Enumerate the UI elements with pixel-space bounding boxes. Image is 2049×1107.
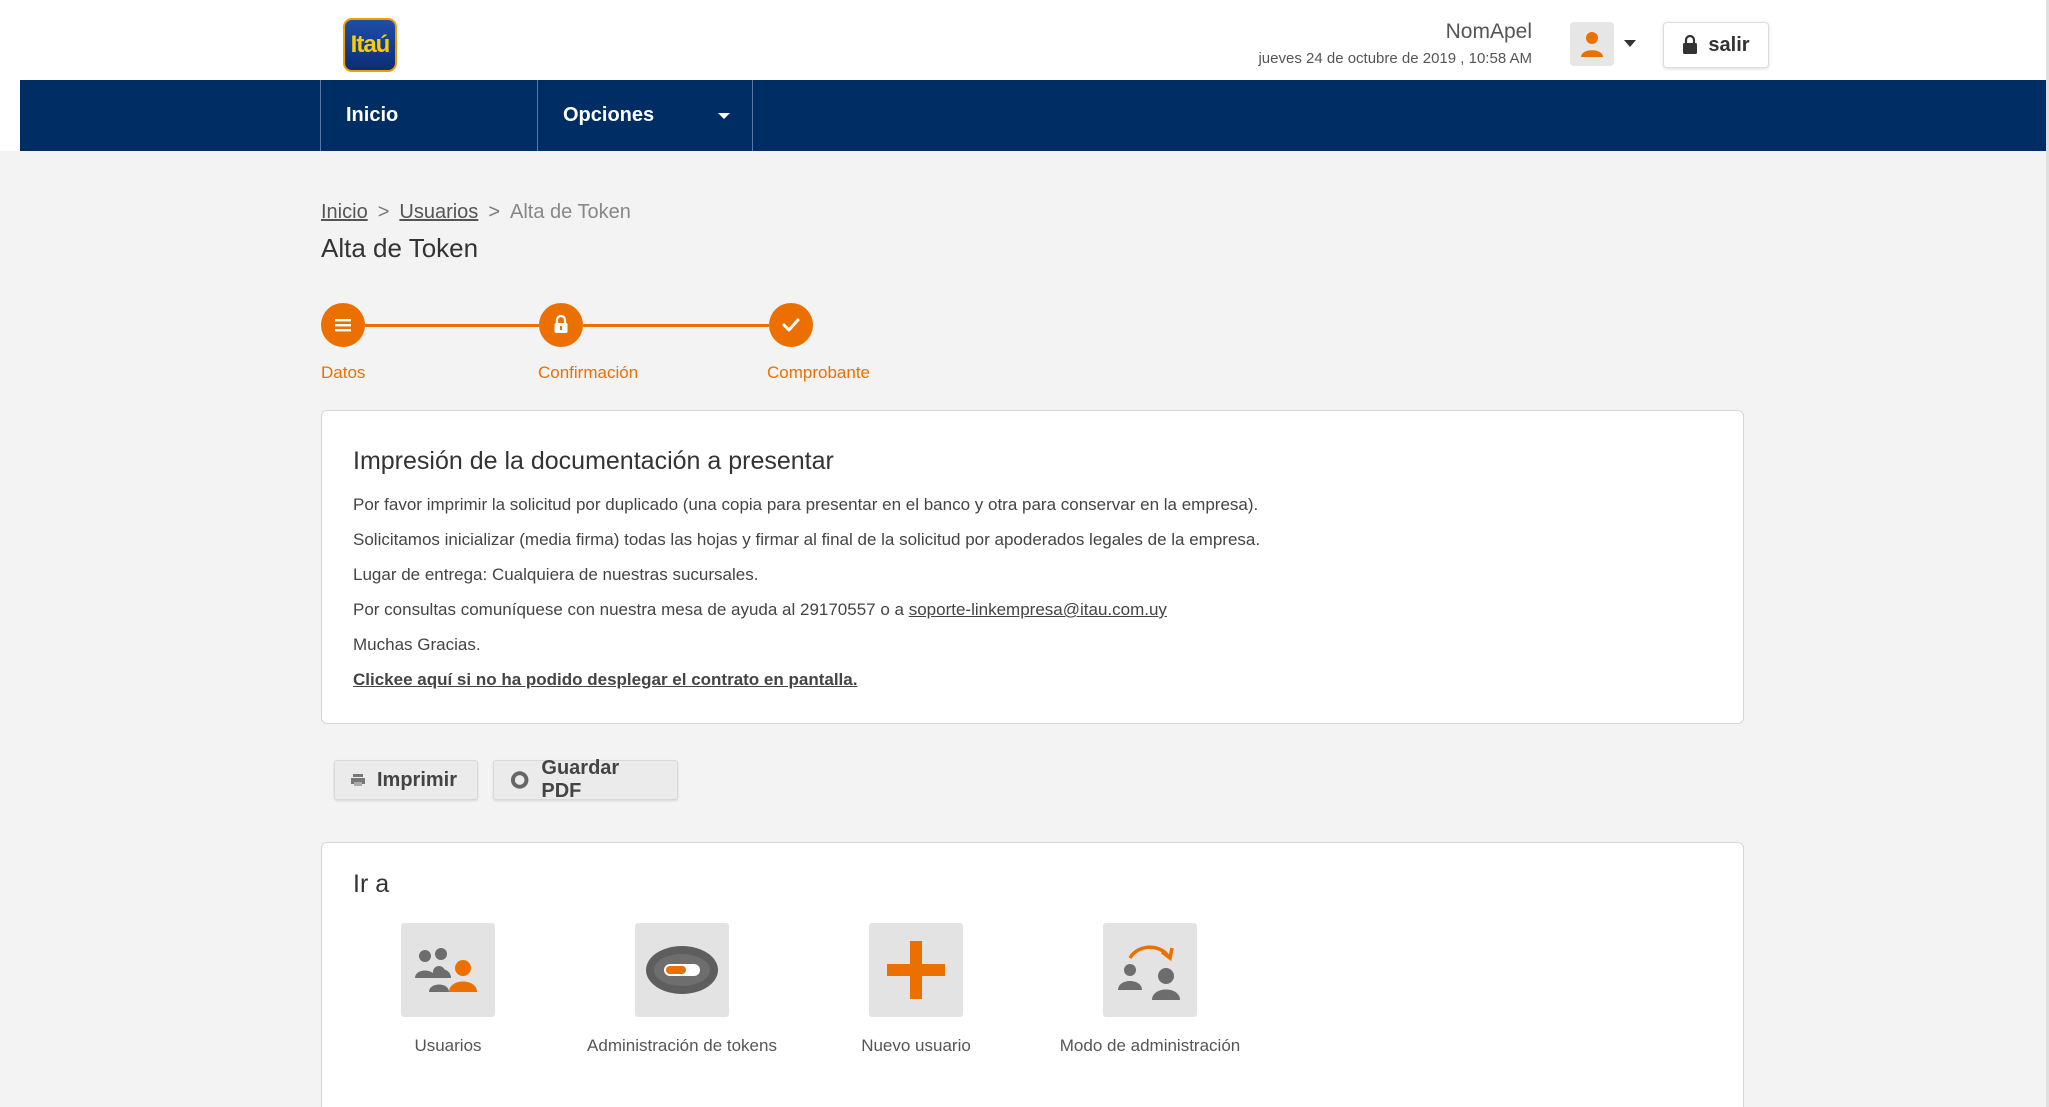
progress-stepper: Datos Confirmación Comprobante [321, 303, 901, 383]
users-icon [401, 923, 495, 1017]
breadcrumb-separator: > [488, 201, 500, 223]
page-title: Alta de Token [321, 233, 479, 263]
print-button[interactable]: Imprimir [334, 760, 478, 800]
breadcrumb-link-inicio[interactable]: Inicio [321, 201, 368, 223]
chevron-down-icon [718, 113, 730, 119]
lock-icon [1683, 35, 1698, 54]
goto-title: Ir a [353, 870, 390, 898]
doc-line: Lugar de entrega: Cualquiera de nuestras… [353, 565, 759, 584]
save-pdf-label: Guardar PDF [541, 757, 620, 802]
user-avatar-icon [1581, 32, 1603, 57]
step-datos [321, 303, 365, 347]
save-pdf-button[interactable]: Guardar PDF [493, 757, 678, 802]
contract-link[interactable]: Clickee aquí si no ha podido desplegar e… [353, 670, 857, 689]
documentation-card: Impresión de la documentación a presenta… [321, 410, 1744, 724]
documentation-text: Por favor imprimir la solicitud por dupl… [353, 493, 1260, 703]
breadcrumb-current: Alta de Token [510, 201, 631, 223]
step-label-datos: Datos [321, 363, 366, 382]
tile-label: Nuevo usuario [861, 1036, 971, 1055]
print-label: Imprimir [377, 768, 458, 791]
nav-item-label: Opciones [563, 104, 655, 126]
goto-tile-nuevo-usuario[interactable]: Nuevo usuario [816, 923, 1016, 1057]
goto-tile-modo-admin[interactable]: Modo de administración [1050, 923, 1250, 1057]
step-label-comprobante: Comprobante [767, 363, 871, 382]
tile-label: Usuarios [414, 1036, 482, 1055]
breadcrumb-separator: > [377, 201, 390, 223]
nav-item-opciones[interactable]: Opciones [539, 80, 753, 151]
breadcrumb-link-usuarios[interactable]: Usuarios [399, 201, 478, 223]
goto-card: Ir a Usuarios Administración de tokens N… [321, 842, 1744, 1107]
itau-logo[interactable]: Itaú [343, 18, 397, 72]
doc-line: Por favor imprimir la solicitud por dupl… [353, 495, 1259, 514]
goto-tile-admin-tokens[interactable]: Administración de tokens [582, 923, 782, 1057]
token-icon [635, 923, 729, 1017]
list-icon [335, 319, 351, 332]
doc-line: Solicitamos inicializar (media firma) to… [353, 530, 1261, 549]
plus-icon [869, 923, 963, 1017]
breadcrumb: Inicio > Usuarios > Alta de Token [321, 201, 631, 224]
documentation-title: Impresión de la documentación a presenta… [353, 447, 834, 475]
nav-item-inicio[interactable]: Inicio [320, 80, 538, 151]
lock-icon [554, 315, 568, 333]
printer-icon [351, 774, 365, 786]
main-nav: Inicio Opciones [20, 80, 2046, 151]
doc-line-text: Por consultas comuníquese con nuestra me… [353, 600, 909, 619]
step-connector [583, 324, 769, 327]
doc-line: Muchas Gracias. [353, 635, 481, 654]
check-icon [782, 318, 800, 332]
logo-text: Itaú [350, 31, 391, 58]
page-content: Inicio > Usuarios > Alta de Token Alta de To… [0, 151, 2049, 1107]
logout-label: salir [1708, 33, 1750, 56]
step-confirmacion [539, 303, 583, 347]
chevron-down-icon[interactable] [1624, 40, 1636, 47]
doc-line-contact: Por consultas comuníquese con nuestra me… [353, 598, 1260, 633]
user-name: NomApel [1445, 20, 1532, 43]
tile-label: Administración de tokens [587, 1036, 777, 1055]
goto-tile-usuarios[interactable]: Usuarios [348, 923, 548, 1057]
user-menu-button[interactable] [1570, 22, 1614, 66]
support-email-link[interactable]: soporte-linkempresa@itau.com.uy [909, 600, 1167, 619]
switch-admin-icon [1103, 923, 1197, 1017]
top-bar: Itaú NomApel jueves 24 de octubre de 201… [0, 0, 2049, 80]
step-comprobante [769, 303, 813, 347]
step-connector [365, 324, 539, 327]
tile-label: Modo de administración [1059, 1036, 1241, 1055]
step-label-confirmacion: Confirmación [538, 363, 639, 382]
download-circle-icon [510, 771, 529, 789]
user-info: NomApel jueves 24 de octubre de 2019 , 1… [1258, 20, 1532, 67]
logout-button[interactable]: salir [1663, 22, 1769, 68]
nav-item-label: Inicio [346, 104, 399, 126]
current-date: jueves 24 de octubre de 2019 , 10:58 AM [1258, 50, 1532, 67]
